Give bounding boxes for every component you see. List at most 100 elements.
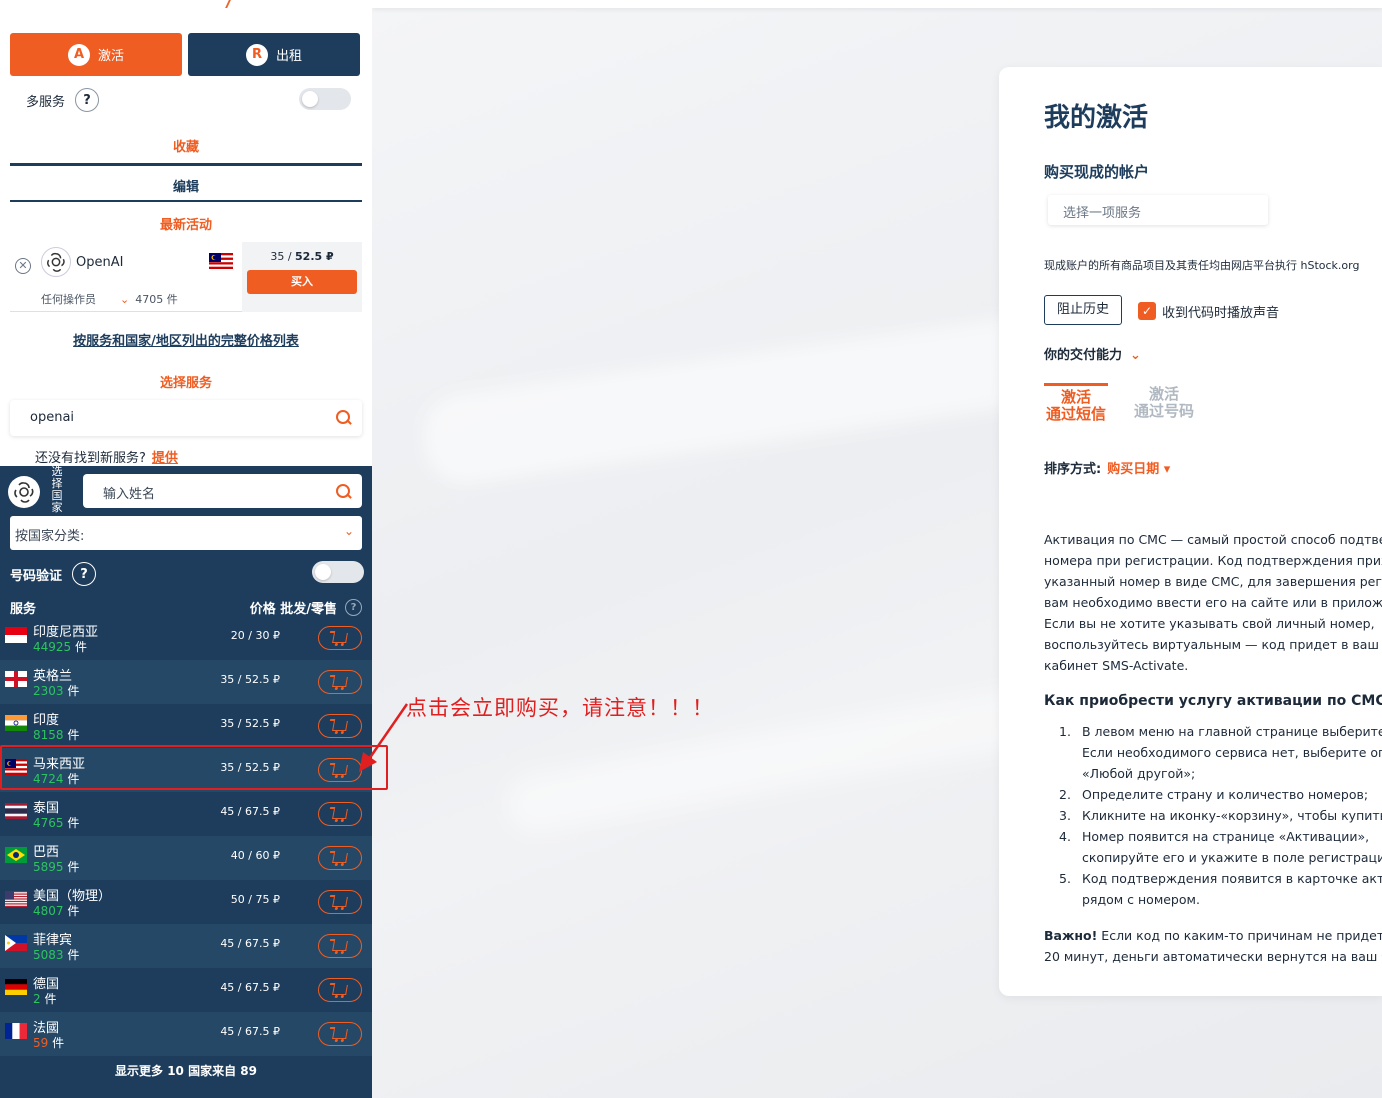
cart-icon [332, 941, 348, 951]
how-to-title: Как приобрести услугу активации по СМС? [1044, 693, 1382, 709]
sound-checkbox[interactable]: ✓ [1138, 302, 1156, 320]
full-price-list-link[interactable]: 按服务和国家/地区列出的完整价格列表 [10, 330, 362, 349]
how-to-steps: 1. В левом меню на главной странице выбер… [1059, 721, 1382, 910]
cart-button[interactable] [318, 890, 362, 914]
suggest-link[interactable]: 提供 [152, 451, 178, 466]
remove-icon[interactable]: ✕ [15, 258, 31, 274]
cart-button[interactable] [318, 802, 362, 826]
para-line: номера при регистрации. Код подтверждени… [1044, 553, 1382, 568]
country-count: 8158 件 [33, 726, 79, 743]
favorites-link[interactable]: 收藏 [10, 136, 362, 155]
responsibility-note: 现成账户的所有商品项目及其责任均由网店平台执行 hStock.org [1044, 259, 1360, 272]
count-number: 4765 [33, 816, 64, 830]
country-row[interactable]: 法國 59 件 45 / 67.5 ₽ [0, 1012, 372, 1056]
number-verification-label: 号码验证 [10, 568, 63, 584]
country-row[interactable]: 英格兰 2303 件 35 / 52.5 ₽ [0, 660, 372, 704]
step-line: скопируйте его и укажите в поле регистра… [1082, 850, 1382, 865]
country-row[interactable]: 菲律宾 5083 件 45 / 67.5 ₽ [0, 924, 372, 968]
tab-line: 激活 [1148, 385, 1179, 403]
count-unit: 件 [67, 948, 80, 962]
cart-button[interactable] [318, 670, 362, 694]
tab-activation-label: 激活 [97, 49, 124, 64]
country-row[interactable]: 印度 8158 件 35 / 52.5 ₽ [0, 704, 372, 748]
count-unit: 件 [67, 860, 80, 874]
cart-icon [332, 985, 348, 995]
step-line: Если необходимого сервиса нет, выберите … [1082, 745, 1382, 760]
name-placeholder: 输入姓名 [103, 487, 156, 502]
recent-price: 35 / 52.5 ₽ [270, 250, 334, 263]
country-row[interactable]: 泰国 4765 件 45 / 67.5 ₽ [0, 792, 372, 836]
sms-description: Активация по СМС — самый простой способ … [1044, 529, 1382, 676]
choose-service-title: 选择服务 [159, 376, 212, 391]
openai-logo-icon [8, 476, 40, 508]
step-number: 1. [1059, 724, 1071, 739]
show-more-link[interactable]: 显示更多 10 国家来自 89 [0, 1062, 372, 1079]
search-icon[interactable] [336, 410, 352, 426]
help-icon[interactable]: ? [75, 88, 100, 112]
country-row[interactable]: 德国 2 件 45 / 67.5 ₽ [0, 968, 372, 1012]
block-history-button[interactable]: 阻止历史 [1044, 295, 1122, 325]
sound-checkbox-label: 收到代码时播放声音 [1162, 306, 1280, 321]
cart-icon [332, 721, 348, 731]
help-icon[interactable]: ? [72, 562, 97, 586]
search-icon[interactable] [336, 484, 352, 500]
choose-country-label: 选择国家 [51, 465, 63, 514]
chevron-down-icon: ⌄ [343, 524, 354, 538]
cart-button[interactable] [318, 626, 362, 650]
page-title: 我的激活 [1044, 103, 1149, 133]
cart-button[interactable] [318, 1022, 362, 1046]
delivery-label: 你的交付能力 [1044, 348, 1123, 363]
delivery-dropdown[interactable]: 你的交付能力 ⌄ [1044, 344, 1141, 363]
br-flag-icon [5, 847, 27, 863]
edit-link[interactable]: 编辑 [10, 176, 362, 195]
para-line: Активация по СМС — самый простой способ … [1044, 532, 1382, 547]
cart-button[interactable] [318, 978, 362, 1002]
country-count: 2 件 [33, 990, 56, 1007]
step-number: 4. [1059, 829, 1071, 844]
en-flag-icon [5, 671, 27, 687]
country-price: 50 / 75 ₽ [230, 893, 280, 906]
list-header: 服务 价格 批发/零售? [10, 598, 362, 617]
step-item: 3. Кликните на иконку-«корзину», чтобы ку… [1059, 805, 1382, 826]
step-item: 2. Определите страну и количество номеров… [1059, 784, 1382, 805]
country-price: 45 / 67.5 ₽ [220, 1025, 280, 1038]
country-row[interactable]: 巴西 5895 件 40 / 60 ₽ [0, 836, 372, 880]
tab-sms-activation[interactable]: 激活 通过短信 [1044, 383, 1108, 423]
count-unit: 件 [52, 1036, 65, 1050]
help-icon[interactable]: ? [345, 599, 362, 616]
country-price: 35 / 52.5 ₽ [220, 673, 280, 686]
service-search-input[interactable]: openai [10, 400, 362, 436]
sort-by-value[interactable]: 购买日期 ▾ [1107, 462, 1170, 477]
cart-button[interactable] [318, 846, 362, 870]
number-verification-toggle[interactable] [312, 561, 364, 583]
country-name-input[interactable]: 输入姓名 [83, 474, 362, 508]
country-row[interactable]: 印度尼西亚 44925 件 20 / 30 ₽ [0, 616, 372, 660]
tab-rent[interactable]: R 出租 [188, 33, 360, 76]
country-sort-select[interactable]: 按国家分类: ⌄ [10, 516, 362, 550]
select-service-input[interactable]: 选择一项服务 [1048, 195, 1268, 225]
th-flag-icon [5, 803, 27, 819]
tab-number-activation[interactable]: 激活 通过号码 [1132, 386, 1196, 420]
cart-icon [332, 677, 348, 687]
not-found-row: 还没有找到新服务? 提供 [35, 447, 178, 466]
country-row[interactable]: 美国（物理） 4807 件 50 / 75 ₽ [0, 880, 372, 924]
country-count: 4765 件 [33, 814, 79, 831]
operator-count[interactable]: ⌄ 4705 件 [120, 291, 178, 307]
country-count: 4807 件 [33, 902, 79, 919]
para-line: воспользуйтесь виртуальным — код придет … [1044, 637, 1382, 652]
cart-button[interactable] [318, 934, 362, 958]
us-flag-icon [5, 891, 27, 907]
count-number: 5895 [33, 860, 64, 874]
multi-service-row: 多服务 ? [26, 88, 100, 112]
count-number: 44925 [33, 640, 72, 654]
step-number: 5. [1059, 871, 1071, 886]
important-line: 20 минут, деньги автоматически вернутся … [1044, 949, 1382, 964]
logo-fragment [217, 0, 231, 8]
count-unit: 件 [75, 640, 88, 654]
top-bar [372, 0, 1382, 8]
buy-button[interactable]: 买入 [247, 270, 357, 294]
multi-service-toggle[interactable] [299, 88, 351, 110]
tab-activation[interactable]: A 激活 [10, 33, 182, 76]
step-line: «Любой другой»; [1082, 766, 1196, 781]
recent-activity-item: ✕ OpenAI 任何操作员 ⌄ 4705 件 35 / 52.5 ₽ 买入 [10, 242, 362, 312]
